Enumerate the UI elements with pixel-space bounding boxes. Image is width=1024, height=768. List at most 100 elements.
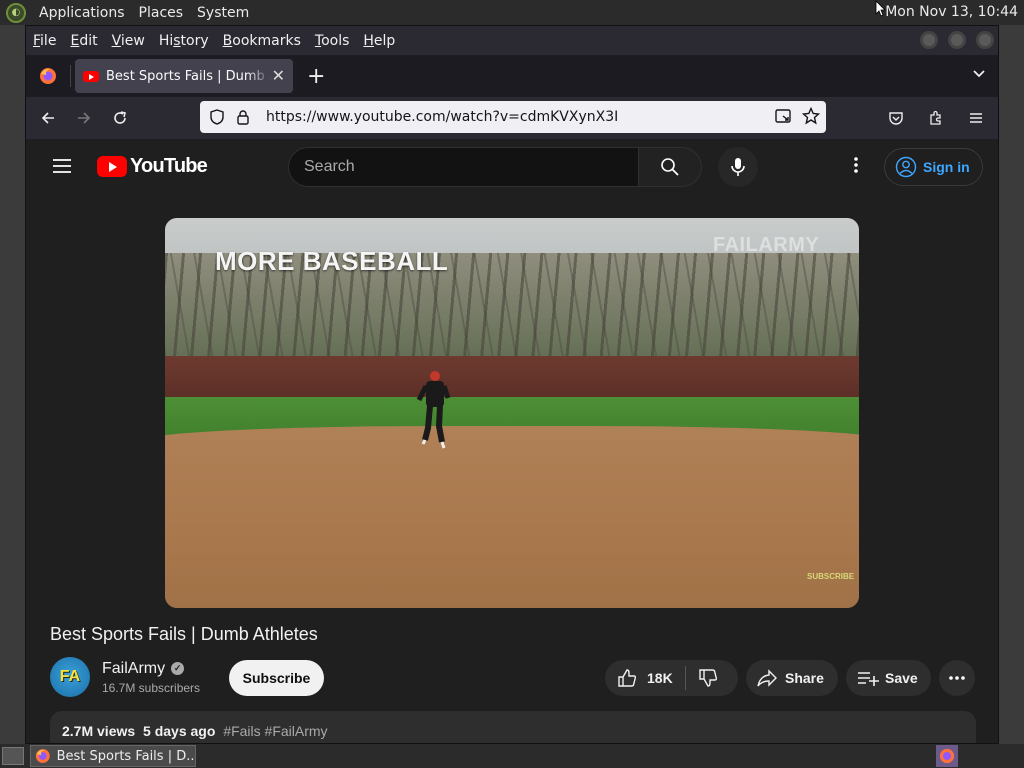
tab-active[interactable]: Best Sports Fails | Dumb Athletes ✕ xyxy=(75,59,293,93)
maximize-button[interactable] xyxy=(948,31,966,49)
youtube-play-icon xyxy=(97,156,127,177)
video-player[interactable]: MORE BASEBALL FAILARMY SUBSCRIBE xyxy=(165,218,859,608)
microphone-icon xyxy=(731,158,745,176)
like-dislike-pill: 18K xyxy=(605,660,738,696)
account-icon xyxy=(895,156,917,178)
panel-clock[interactable]: Mon Nov 13, 10:44 xyxy=(885,4,1018,20)
youtube-favicon-icon xyxy=(83,70,99,82)
url-bar[interactable]: https://www.youtube.com/watch?v=cdmKVXyn… xyxy=(200,101,826,133)
bookmark-star-icon[interactable] xyxy=(802,107,820,125)
description-box[interactable]: 2.7M views 5 days ago #Fails #FailArmy xyxy=(50,711,976,743)
save-button[interactable]: Save xyxy=(846,660,931,696)
firefox-window: File Edit View History Bookmarks Tools H… xyxy=(25,25,999,744)
bottom-taskbar: Best Sports Fails | D... xyxy=(0,744,1024,768)
search-icon xyxy=(661,158,679,176)
gnome-logo-icon[interactable]: ◐ xyxy=(6,2,26,23)
search-box: Search xyxy=(288,147,702,187)
more-actions-button[interactable] xyxy=(939,660,975,696)
youtube-masthead: YouTube Search Sign in xyxy=(26,139,998,195)
channel-name[interactable]: FailArmy xyxy=(102,660,165,678)
subscriber-count: 16.7M subscribers xyxy=(102,680,201,695)
tab-separator xyxy=(70,65,71,87)
firefox-icon xyxy=(35,749,50,763)
menu-bookmarks[interactable]: Bookmarks xyxy=(216,33,308,49)
sign-in-label: Sign in xyxy=(923,159,970,175)
pocket-icon[interactable] xyxy=(878,102,914,134)
playlist-add-icon xyxy=(858,672,879,686)
dislike-button[interactable] xyxy=(686,668,718,688)
show-desktop-button[interactable] xyxy=(2,747,24,765)
tray-firefox-icon[interactable] xyxy=(936,745,958,767)
channel-meta: FailArmy ✓ 16.7M subscribers xyxy=(102,660,200,695)
share-icon xyxy=(757,669,777,687)
menu-tools[interactable]: Tools xyxy=(308,33,357,49)
hashtags[interactable]: #Fails #FailArmy xyxy=(223,723,327,739)
menu-edit[interactable]: Edit xyxy=(63,33,104,49)
thumbs-up-icon xyxy=(618,669,637,687)
channel-name-row: FailArmy ✓ xyxy=(102,660,200,678)
more-horizontal-icon xyxy=(949,676,965,680)
app-menu-icon[interactable] xyxy=(958,102,994,134)
mouse-cursor-icon xyxy=(875,0,885,17)
search-input[interactable]: Search xyxy=(288,147,639,187)
extensions-icon[interactable] xyxy=(918,102,954,134)
close-tab-icon[interactable]: ✕ xyxy=(272,66,285,85)
video-subscribe-watermark: SUBSCRIBE xyxy=(807,572,855,581)
like-count: 18K xyxy=(647,670,673,686)
share-button[interactable]: Share xyxy=(746,660,838,696)
top-panel: ◐ Applications Places System Mon Nov 13,… xyxy=(0,0,1024,25)
thumbs-down-icon xyxy=(699,669,718,687)
back-button[interactable] xyxy=(30,102,66,134)
settings-more-icon[interactable] xyxy=(846,155,866,175)
video-frame-wall xyxy=(165,356,859,398)
youtube-wordmark: YouTube xyxy=(130,155,208,177)
youtube-logo[interactable]: YouTube xyxy=(97,155,208,178)
video-watermark: FAILARMY xyxy=(713,234,820,256)
url-text[interactable]: https://www.youtube.com/watch?v=cdmKVXyn… xyxy=(266,109,618,125)
navigation-bar: https://www.youtube.com/watch?v=cdmKVXyn… xyxy=(26,97,998,139)
minimize-button[interactable] xyxy=(920,31,938,49)
upload-age: 5 days ago xyxy=(143,723,216,739)
panel-menu-applications[interactable]: Applications xyxy=(32,5,132,21)
channel-avatar[interactable]: FA xyxy=(50,657,90,697)
menu-help[interactable]: Help xyxy=(356,33,402,49)
sign-in-button[interactable]: Sign in xyxy=(884,148,983,186)
view-count: 2.7M views xyxy=(62,723,136,739)
close-window-button[interactable] xyxy=(976,31,994,49)
video-title: Best Sports Fails | Dumb Athletes xyxy=(50,624,318,644)
menu-file[interactable]: File xyxy=(26,33,63,49)
verified-check-icon: ✓ xyxy=(171,662,185,675)
panel-menu-system[interactable]: System xyxy=(190,5,256,21)
like-button[interactable]: 18K xyxy=(605,668,685,688)
channel-owner: FA FailArmy ✓ 16.7M subscribers xyxy=(50,657,200,697)
save-label: Save xyxy=(885,670,918,686)
menu-history[interactable]: History xyxy=(152,33,216,49)
taskbar-firefox-window[interactable]: Best Sports Fails | D... xyxy=(30,745,196,767)
panel-menu-places[interactable]: Places xyxy=(132,5,191,21)
search-button[interactable] xyxy=(639,147,702,187)
guide-menu-icon[interactable] xyxy=(52,157,72,175)
video-frame-athlete xyxy=(416,371,451,449)
shield-icon[interactable] xyxy=(204,109,230,125)
subscribe-button[interactable]: Subscribe xyxy=(229,660,324,696)
new-tab-button[interactable]: + xyxy=(307,64,325,89)
firefox-view-icon[interactable] xyxy=(26,55,70,97)
forward-button[interactable] xyxy=(66,102,102,134)
lock-icon[interactable] xyxy=(230,109,256,125)
window-controls xyxy=(920,31,994,49)
voice-search-button[interactable] xyxy=(718,147,758,187)
tab-title: Best Sports Fails | Dumb Athletes xyxy=(106,68,271,84)
reader-view-icon[interactable] xyxy=(774,107,792,125)
menu-view[interactable]: View xyxy=(105,33,152,49)
url-bar-actions xyxy=(774,107,820,125)
menu-bar: File Edit View History Bookmarks Tools H… xyxy=(26,26,998,55)
video-frame-infield xyxy=(165,426,859,608)
tab-bar: Best Sports Fails | Dumb Athletes ✕ + xyxy=(26,55,998,97)
video-overlay-text: MORE BASEBALL xyxy=(215,246,449,276)
taskbar-task-title: Best Sports Fails | D... xyxy=(56,748,195,764)
list-all-tabs-icon[interactable] xyxy=(972,67,986,81)
toolbar-right xyxy=(878,102,994,134)
reload-button[interactable] xyxy=(102,102,138,134)
youtube-page: YouTube Search Sign in MORE BASEBALL FAI… xyxy=(26,139,998,743)
share-label: Share xyxy=(785,670,824,686)
